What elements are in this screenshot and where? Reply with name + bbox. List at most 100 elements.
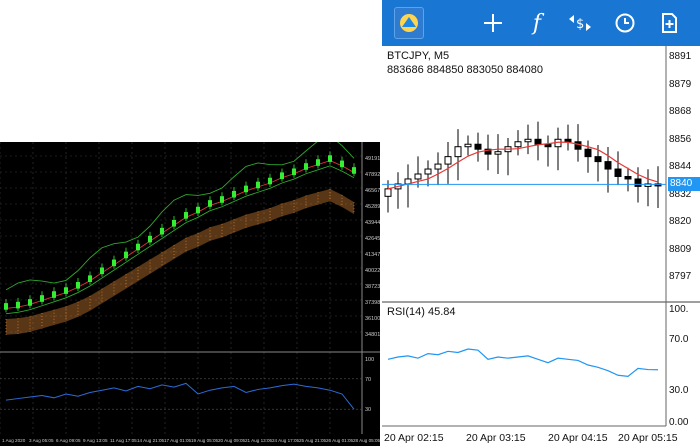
price-tick-label: 8891: [669, 51, 692, 62]
candle-body: [534, 138, 542, 145]
time-tick-label: 24 Aug 17:05: [272, 438, 300, 443]
candle-body: [4, 303, 8, 310]
price-tick-label: 8809: [669, 243, 692, 255]
candle-body: [384, 188, 392, 197]
price-tick-label: 8868: [669, 106, 692, 117]
candle-body: [112, 259, 116, 267]
price-tick-label: 426456: [365, 236, 380, 242]
candle-body: [352, 167, 356, 174]
time-tick-label: 3 Aug 05:05: [29, 438, 54, 443]
time-tick-label: 17 Aug 01:05: [164, 438, 192, 443]
crosshair-icon[interactable]: [476, 6, 510, 40]
candle-body: [328, 155, 332, 162]
add-object-icon[interactable]: [652, 6, 686, 40]
time-tick-label: 1 Aug 2020: [2, 438, 26, 443]
rsi-tick-label: 100: [365, 357, 374, 363]
candle-body: [584, 148, 592, 158]
candle-body: [424, 168, 432, 175]
candle-body: [524, 138, 532, 143]
mt-mobile-app: f $ BTCJPY, M5 883686 884850 883050 8840…: [382, 0, 700, 446]
candle-body: [172, 219, 176, 227]
candle-body: [184, 212, 188, 219]
time-tick-label: 9 Aug 13:05: [83, 438, 108, 443]
candle-body: [268, 177, 272, 185]
price-tick-label: 8797: [669, 271, 692, 282]
price-tick-label: 8844: [669, 161, 692, 172]
price-tick-label: 400221: [365, 268, 380, 274]
price-tick-label: 373986: [365, 300, 380, 306]
candle-body: [28, 299, 32, 306]
app-toolbar: f $: [382, 0, 700, 46]
candle-body: [624, 175, 632, 180]
candle-body: [280, 172, 284, 180]
ma-line: [5, 160, 355, 309]
candle-body: [40, 295, 44, 302]
time-tick-label: 28 Aug 05:05: [353, 438, 380, 443]
price-tick-label: 478926: [365, 172, 380, 178]
trade-icon[interactable]: $: [563, 6, 597, 40]
rsi-tick-label: 70: [365, 377, 371, 383]
candle-body: [52, 291, 56, 298]
time-tick-label: 21 Aug 13:05: [245, 438, 273, 443]
time-tick-label: 25 Aug 21:05: [299, 438, 327, 443]
price-tick-label: 439441: [365, 220, 380, 226]
candle-body: [196, 206, 200, 214]
rsi-line: [387, 348, 659, 378]
left-chart-canvas: 491911 478926 465679 452890 439441 426456 4134…: [0, 142, 380, 443]
candle-body: [444, 156, 452, 165]
candle-body: [292, 168, 296, 176]
time-tick-label: 20 Apr 02:15: [384, 432, 444, 444]
candle-body: [76, 282, 80, 289]
candle-body: [514, 141, 522, 148]
candle-body: [340, 160, 344, 168]
candle-body: [414, 173, 422, 180]
rsi-line: [5, 382, 355, 410]
time-tick-label: 19 Aug 05:05: [191, 438, 219, 443]
candle-body: [594, 156, 602, 163]
time-tick-label: 11 Aug 17:05: [110, 438, 137, 443]
candle-body: [564, 138, 572, 143]
candle-body: [16, 301, 20, 309]
candle-body: [474, 143, 482, 150]
mt-logo-icon[interactable]: [394, 7, 424, 39]
candle-body: [316, 159, 320, 166]
candle-body: [304, 163, 308, 170]
indicators-icon[interactable]: f: [520, 6, 554, 40]
candle-body: [64, 287, 68, 294]
price-tick-label: 452890: [365, 204, 380, 210]
time-tick-label: 14 Aug 21:05: [137, 438, 165, 443]
candle-body: [160, 227, 164, 235]
price-tick-label: 387236: [365, 284, 380, 290]
timeframe-icon[interactable]: [608, 6, 642, 40]
candle-body: [574, 141, 582, 150]
candle-body: [100, 267, 104, 275]
price-tick-label: 491911: [365, 156, 380, 162]
candle-body: [148, 235, 152, 243]
rsi-tick-label: 0.00: [669, 417, 689, 428]
candle-body: [544, 143, 552, 148]
rsi-tick-label: 30.0: [669, 385, 689, 396]
symbol-label: BTCJPY, M5: [387, 50, 450, 62]
candle-body: [244, 185, 248, 193]
candle-body: [454, 146, 462, 158]
candle-body: [136, 243, 140, 251]
ohlc-label: 883686 884850 883050 884080: [387, 64, 543, 76]
candle-body: [434, 163, 442, 170]
candle-body: [232, 190, 236, 198]
time-tick-label: 20 Apr 04:15: [548, 432, 608, 444]
time-tick-label: 20 Apr 03:15: [466, 432, 526, 444]
price-tick-label: 361001: [365, 316, 380, 322]
candle-body: [494, 151, 502, 155]
candle-body: [634, 178, 642, 187]
rsi-label: RSI(14) 45.84: [387, 306, 456, 318]
ichimoku-cloud: [6, 188, 354, 335]
left-chart-panel: 491911 478926 465679 452890 439441 426456 4134…: [0, 142, 380, 446]
candle-body: [464, 143, 472, 148]
candle-body: [614, 168, 622, 177]
candle-body: [220, 196, 224, 203]
price-tick-label: 465679: [365, 188, 380, 194]
time-tick-label: 20 Aug 09:05: [218, 438, 246, 443]
price-tick-label: 8856: [669, 133, 692, 145]
candle-body: [604, 161, 612, 170]
main-chart-canvas[interactable]: [382, 46, 700, 446]
